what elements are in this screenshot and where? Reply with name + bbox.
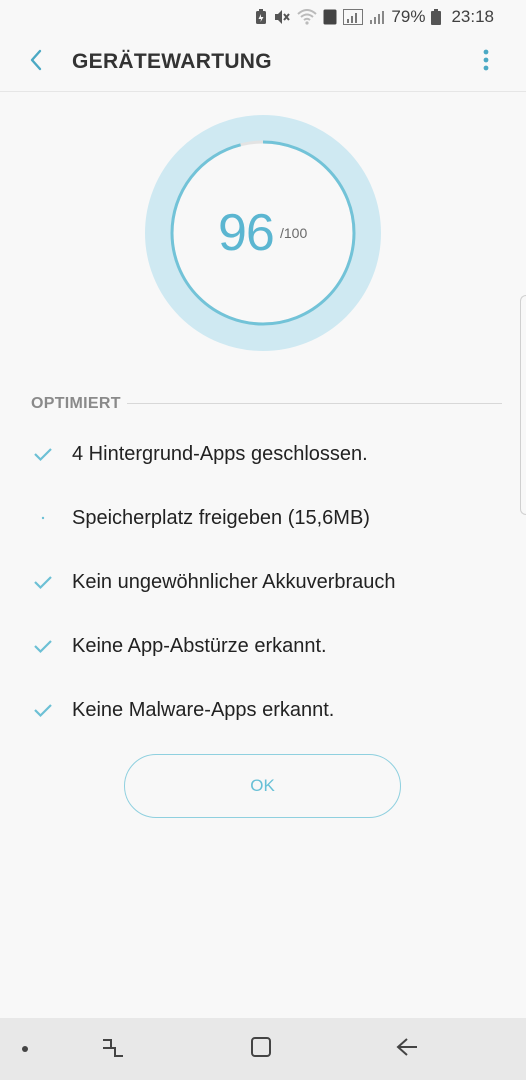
battery-percent: 79% bbox=[391, 7, 426, 26]
home-button[interactable] bbox=[245, 1033, 277, 1065]
list-item: 4 Hintergrund-Apps geschlossen. bbox=[0, 422, 526, 486]
signal-strength-icon bbox=[369, 7, 385, 27]
list-item: Speicherplatz freigeben (15,6MB) bbox=[0, 486, 526, 550]
app-bar: GERÄTEWARTUNG bbox=[0, 34, 526, 92]
list-item-text: Kein ungewöhnlicher Akkuverbrauch bbox=[72, 570, 396, 593]
status-bar: 79% 23:18 bbox=[0, 0, 526, 34]
list-item: Keine Malware-Apps erkannt. bbox=[0, 678, 526, 742]
recents-button[interactable] bbox=[97, 1033, 129, 1065]
list-item: Kein ungewöhnlicher Akkuverbrauch bbox=[0, 550, 526, 614]
navigation-bar bbox=[0, 1018, 526, 1080]
sim-icon bbox=[323, 7, 337, 27]
more-vert-icon bbox=[483, 49, 489, 76]
list-item: Keine App-Abstürze erkannt. bbox=[0, 614, 526, 678]
pending-dot-icon bbox=[32, 507, 54, 529]
check-icon bbox=[32, 571, 54, 593]
back-nav-button[interactable] bbox=[391, 1033, 423, 1065]
battery-saver-icon bbox=[255, 7, 267, 27]
optimization-results-list: 4 Hintergrund-Apps geschlossen. Speicher… bbox=[0, 422, 526, 742]
more-options-button[interactable] bbox=[474, 46, 498, 78]
back-icon bbox=[395, 1036, 419, 1063]
list-item-text: Keine App-Abstürze erkannt. bbox=[72, 634, 327, 657]
clock: 23:18 bbox=[451, 7, 494, 26]
list-item-text: 4 Hintergrund-Apps geschlossen. bbox=[72, 442, 368, 465]
list-item-text: Speicherplatz freigeben (15,6MB) bbox=[72, 506, 370, 529]
check-icon bbox=[32, 699, 54, 721]
back-button[interactable] bbox=[20, 46, 52, 78]
back-arrow-icon bbox=[28, 48, 44, 77]
list-item-text: Keine Malware-Apps erkannt. bbox=[72, 698, 335, 721]
mute-icon bbox=[273, 7, 291, 27]
battery-icon bbox=[431, 7, 442, 27]
wifi-icon bbox=[297, 7, 318, 27]
ok-button[interactable]: OK bbox=[124, 754, 401, 818]
nav-bar-pin-dot[interactable] bbox=[22, 1046, 28, 1052]
section-divider bbox=[127, 403, 502, 404]
score-max: /100 bbox=[280, 225, 308, 241]
score-value: 96 bbox=[218, 204, 275, 262]
check-icon bbox=[32, 635, 54, 657]
recents-icon bbox=[101, 1036, 125, 1063]
signal-icon bbox=[343, 7, 364, 27]
home-icon bbox=[250, 1036, 272, 1063]
check-icon bbox=[32, 443, 54, 465]
page-title: GERÄTEWARTUNG bbox=[72, 50, 272, 73]
section-header-optimized: OPTIMIERT bbox=[31, 395, 121, 412]
